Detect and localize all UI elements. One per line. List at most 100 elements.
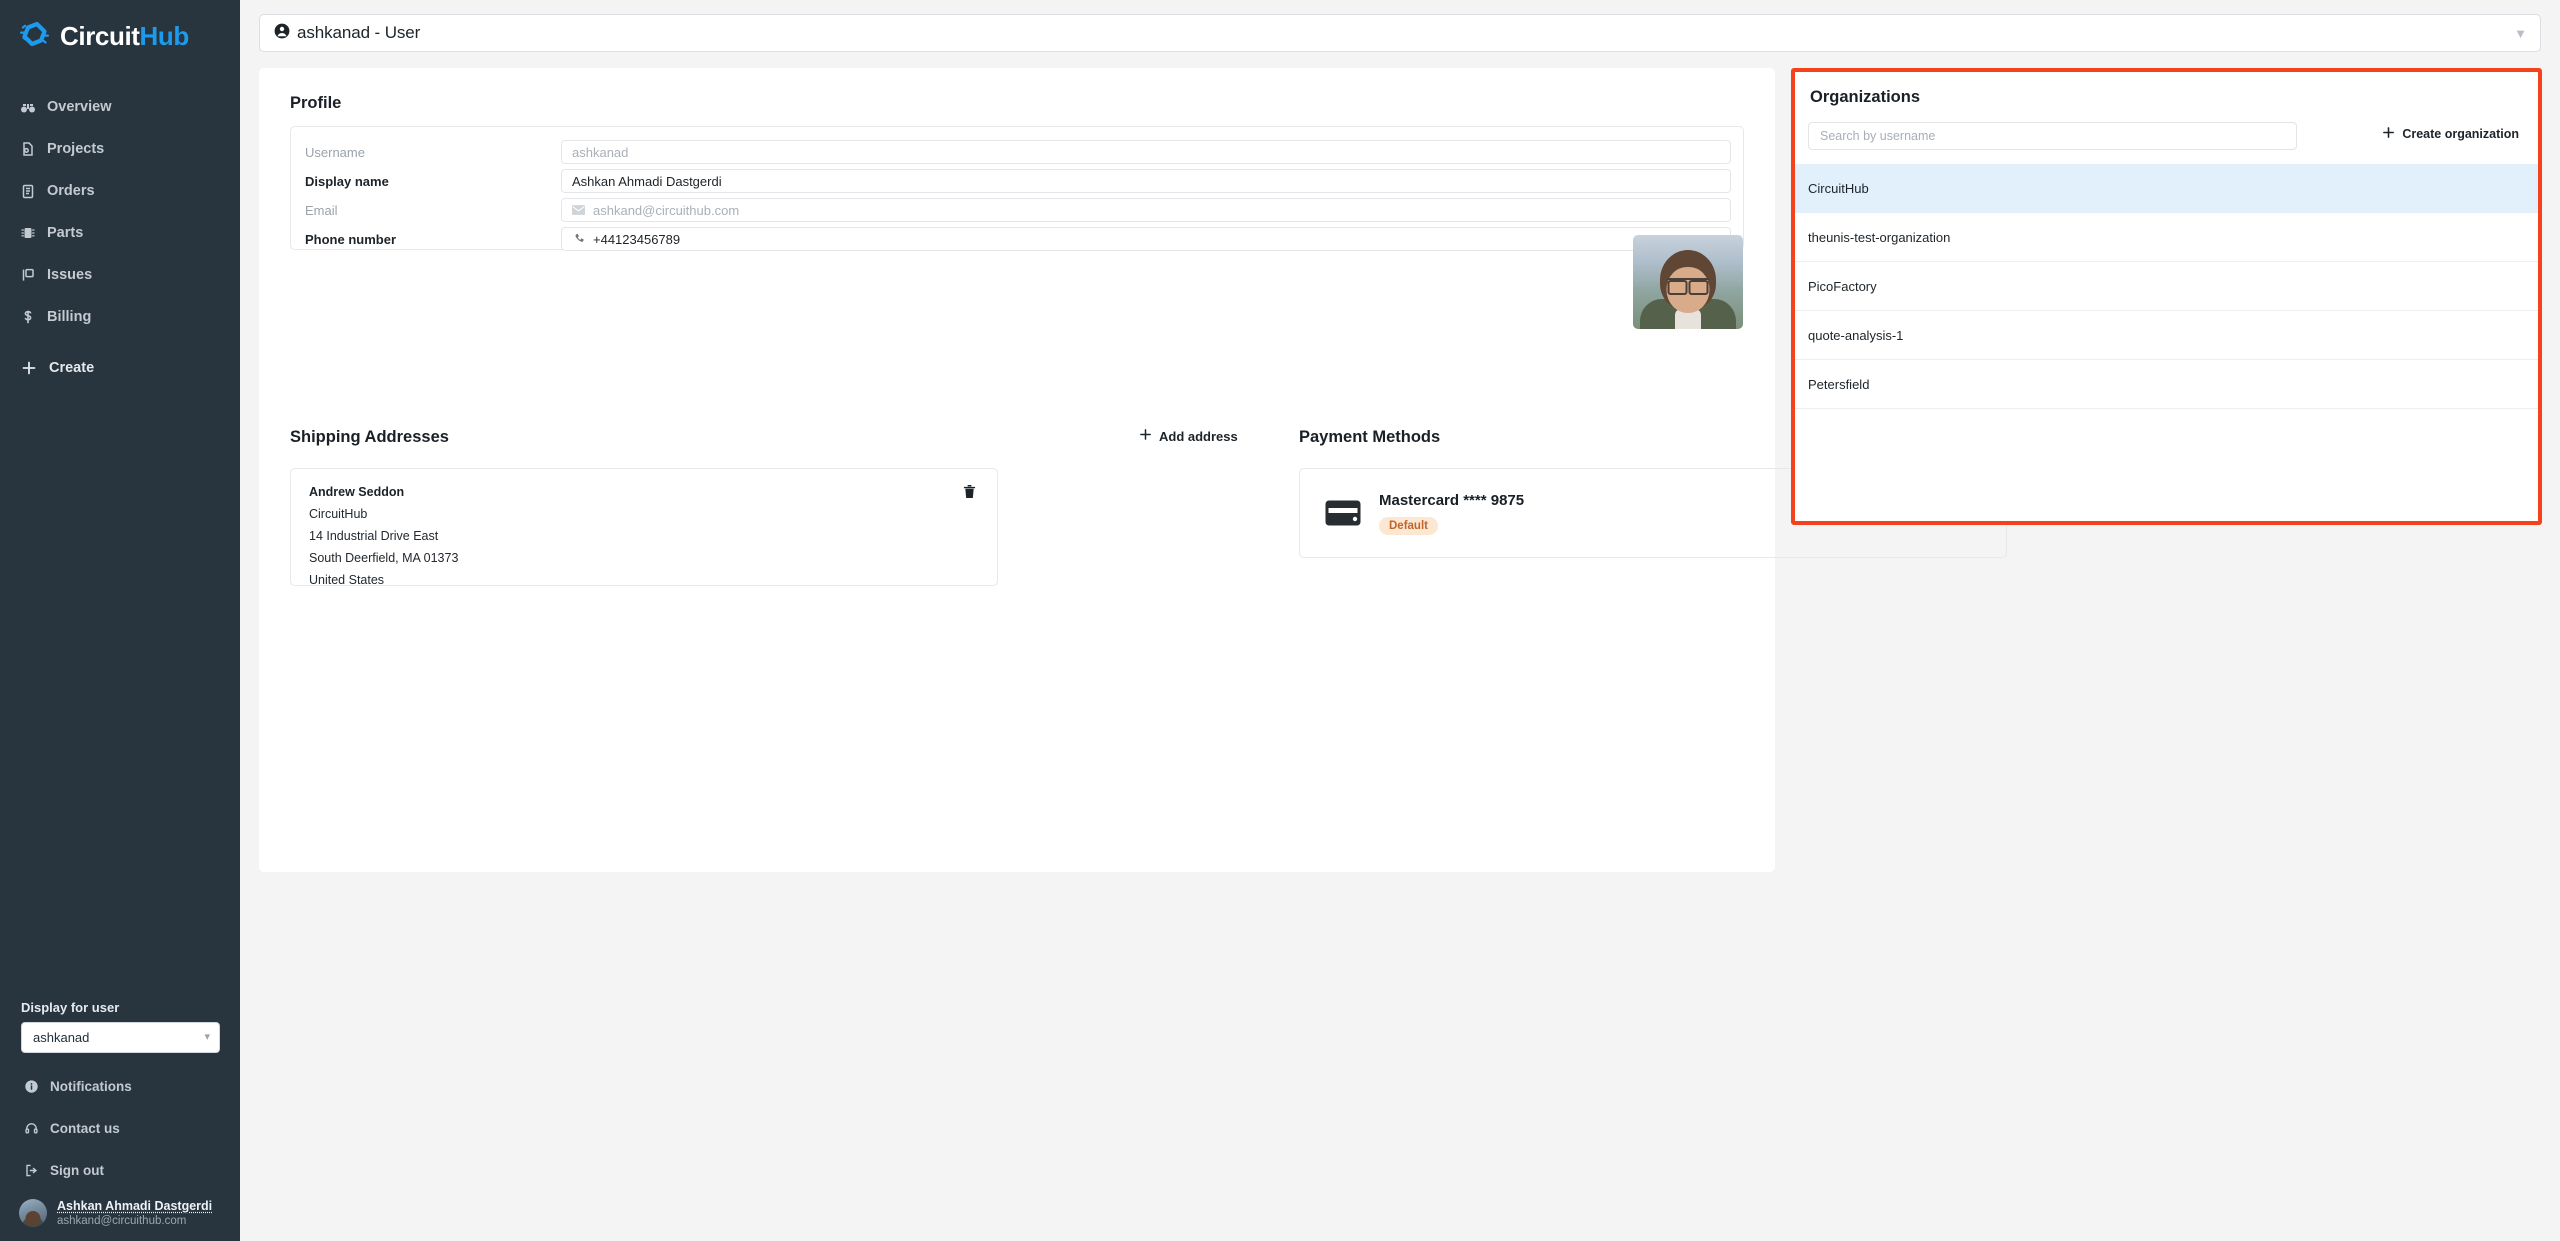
create-organization-label: Create organization	[2402, 127, 2519, 141]
create-organization-button[interactable]: Create organization	[2382, 126, 2519, 142]
search-placeholder: Search by username	[1820, 129, 1936, 143]
list-item[interactable]: Petersfield	[1791, 360, 2542, 409]
list-item[interactable]: theunis-test-organization	[1791, 213, 2542, 262]
add-address-label: Add address	[1159, 428, 1238, 444]
address-line: United States	[309, 573, 385, 587]
project-file-icon	[19, 141, 36, 158]
field-label: Phone number	[305, 231, 397, 247]
organization-name: theunis-test-organization	[1808, 229, 1951, 245]
sidebar-item-label: Issues	[47, 267, 93, 283]
field-value: ashkand@circuithub.com	[593, 202, 740, 218]
display-user-select[interactable]: ashkanad ▾	[21, 1022, 220, 1053]
sidebar-item-billing[interactable]: Billing	[0, 296, 240, 338]
list-item[interactable]: CircuitHub	[1791, 164, 2542, 213]
logo-word-circuit: Circuit	[60, 21, 140, 51]
dollar-icon	[19, 309, 36, 326]
logo-wordmark: CircuitHub	[60, 23, 189, 49]
address-line: South Deerfield, MA 01373	[309, 551, 459, 565]
address-name: Andrew Seddon	[309, 485, 405, 499]
field-value: Ashkan Ahmadi Dastgerdi	[572, 173, 722, 189]
trash-icon[interactable]	[963, 484, 976, 504]
binoculars-icon	[19, 99, 36, 116]
shipping-address-card: Andrew Seddon CircuitHub 14 Industrial D…	[290, 468, 998, 587]
payment-section-title: Payment Methods	[1299, 428, 1441, 446]
sidebar-link-label: Sign out	[50, 1162, 104, 1178]
sidebar-link-label: Contact us	[50, 1120, 120, 1136]
sidebar-item-issues[interactable]: Issues	[0, 254, 240, 296]
field-phone-number: Phone number +44123456789	[305, 227, 1731, 251]
circuithub-logo-icon	[17, 20, 51, 52]
sidebar-item-label: Billing	[47, 309, 92, 325]
page-header-bar[interactable]: ashkanad - User ▼	[259, 14, 2541, 52]
sidebar-item-contact-us[interactable]: Contact us	[0, 1107, 240, 1149]
organizations-search-input[interactable]: Search by username	[1808, 122, 2297, 150]
profile-content-card: Profile Username ashkanad Display name A…	[259, 68, 2007, 872]
sidebar-item-notifications[interactable]: Notifications	[0, 1065, 240, 1107]
sidebar-item-parts[interactable]: Parts	[0, 212, 240, 254]
phone-number-input[interactable]: +44123456789	[561, 227, 1731, 251]
sidebar-item-label: Overview	[47, 99, 112, 115]
add-address-button[interactable]: Add address	[1139, 428, 1238, 444]
address-line: 14 Industrial Drive East	[309, 529, 439, 543]
page-title: ashkanad - User	[297, 23, 421, 42]
organizations-list: CircuitHub theunis-test-organization Pic…	[1791, 164, 2542, 409]
organization-name: quote-analysis-1	[1808, 327, 1904, 343]
app-root: CircuitHub Overview Projects Orders Part…	[0, 0, 2560, 1241]
logo-word-hub: Hub	[139, 21, 190, 51]
sign-out-icon	[23, 1162, 39, 1178]
field-label: Email	[305, 202, 338, 218]
field-label: Username	[305, 144, 365, 160]
field-display-name: Display name Ashkan Ahmadi Dastgerdi	[305, 169, 1731, 193]
status-badge: Default	[1379, 516, 1438, 535]
sidebar-item-orders[interactable]: Orders	[0, 170, 240, 212]
account-text: Ashkan Ahmadi Dastgerdi ashkand@circuith…	[57, 1199, 212, 1227]
profile-photo[interactable]	[1633, 235, 1743, 329]
sidebar-link-label: Notifications	[50, 1078, 132, 1094]
organization-name: CircuitHub	[1808, 180, 1869, 196]
create-button[interactable]: Create	[0, 347, 240, 389]
profile-fields-box: Username ashkanad Display name Ashkan Ah…	[290, 126, 1744, 251]
sidebar-item-sign-out[interactable]: Sign out	[0, 1149, 240, 1191]
email-field[interactable]: ashkand@circuithub.com	[561, 198, 1731, 222]
headset-icon	[23, 1120, 39, 1136]
username-input[interactable]: ashkanad	[561, 140, 1731, 164]
info-icon	[23, 1078, 39, 1094]
chevron-down-icon[interactable]: ▼	[2514, 27, 2527, 40]
sidebar-item-label: Parts	[47, 225, 84, 241]
main-area: ashkanad - User ▼ Profile Username ashka…	[240, 0, 2560, 1241]
field-value: ashkanad	[572, 144, 629, 160]
chip-icon	[19, 225, 36, 242]
sidebar-item-projects[interactable]: Projects	[0, 128, 240, 170]
account-email: ashkand@circuithub.com	[57, 1215, 187, 1227]
field-email: Email ashkand@circuithub.com	[305, 198, 1731, 222]
organizations-title: Organizations	[1810, 88, 1921, 106]
account-summary[interactable]: Ashkan Ahmadi Dastgerdi ashkand@circuith…	[0, 1191, 240, 1231]
sidebar-bottom: Display for user ashkanad ▾ Notification…	[0, 1000, 240, 1241]
display-name-input[interactable]: Ashkan Ahmadi Dastgerdi	[561, 169, 1731, 193]
avatar	[19, 1199, 47, 1227]
chevron-down-icon: ▾	[204, 1031, 210, 1043]
organization-name: PicoFactory	[1808, 278, 1877, 294]
sidebar-item-overview[interactable]: Overview	[0, 86, 240, 128]
app-logo[interactable]: CircuitHub	[0, 0, 240, 56]
organization-name: Petersfield	[1808, 376, 1870, 392]
field-label: Display name	[305, 173, 389, 189]
display-user-value: ashkanad	[33, 1030, 90, 1045]
plus-icon	[1139, 428, 1152, 444]
list-item[interactable]: PicoFactory	[1791, 262, 2542, 311]
clipboard-icon	[19, 183, 36, 200]
display-for-user-label: Display for user	[21, 1000, 120, 1015]
sidebar-item-label: Orders	[47, 183, 95, 199]
field-value: +44123456789	[593, 231, 681, 247]
glasses-icon	[1667, 278, 1709, 296]
payment-details: Mastercard **** 9875 Default	[1379, 492, 1524, 535]
list-item[interactable]: quote-analysis-1	[1791, 311, 2542, 360]
credit-card-icon	[1325, 500, 1361, 526]
card-name: Mastercard **** 9875	[1379, 491, 1525, 509]
account-name: Ashkan Ahmadi Dastgerdi	[57, 1199, 213, 1213]
envelope-icon	[572, 204, 585, 217]
profile-section-title: Profile	[290, 94, 342, 112]
address-line: CircuitHub	[309, 507, 368, 521]
phone-icon	[572, 233, 585, 246]
field-username: Username ashkanad	[305, 140, 1731, 164]
